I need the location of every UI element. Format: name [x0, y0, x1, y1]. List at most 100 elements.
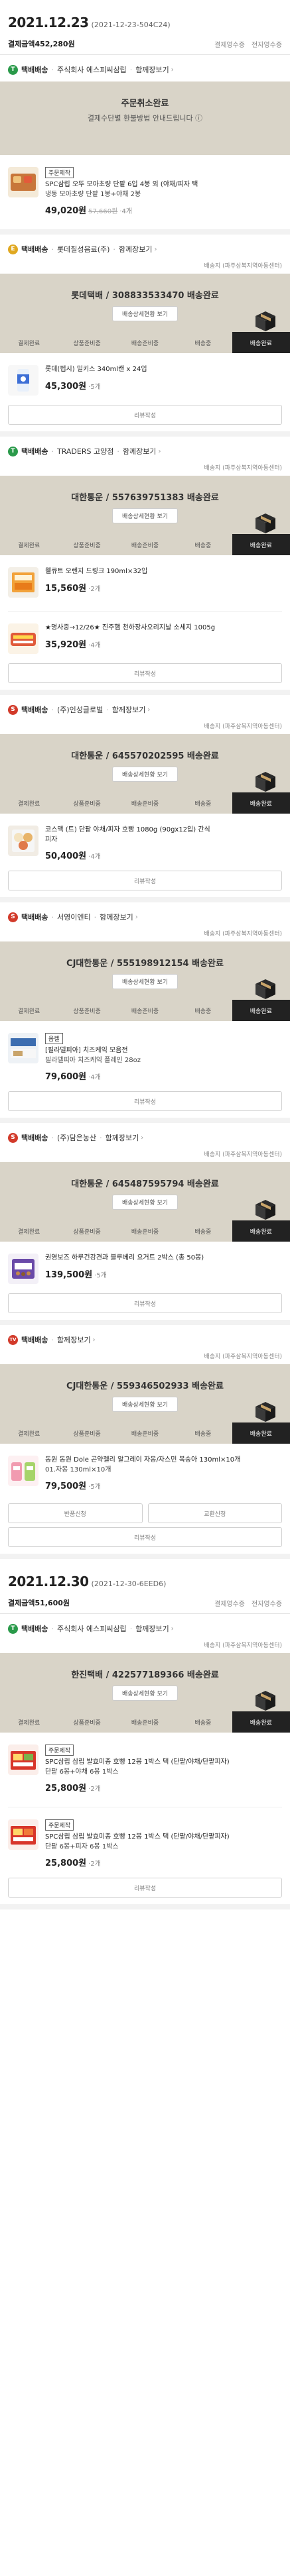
product-item[interactable]: 코스맥 (트) 단팥 야채/피자 호빵 1080g (90gx12입) 간식 피자…	[0, 814, 290, 868]
product-image[interactable]	[8, 1033, 38, 1063]
step-2: 배송준비중	[131, 1228, 159, 1236]
shipment-header: T 택배배송 · 주식회사 에스피씨삼립 · 함께장보기 ›	[0, 55, 290, 81]
review-button[interactable]: 리뷰작성	[8, 1091, 282, 1111]
review-button[interactable]: 리뷰작성	[8, 1527, 282, 1547]
product-image[interactable]	[8, 567, 38, 598]
delivery-steps: 결제완료 상품준비중 배송준비중 배송중 배송완료	[0, 1422, 290, 1444]
product-image[interactable]	[8, 167, 38, 197]
together-link[interactable]: 함께장보기	[119, 244, 153, 254]
shipment-header: E 택배배송 · 롯데칠성음료(주) · 함께장보기 ›	[0, 235, 290, 261]
step-1: 상품준비중	[73, 340, 101, 347]
delivery-status-panel: 대한통운 / 645487595794 배송완료 배송상세현황 보기 결제완료 상품준…	[0, 1162, 290, 1242]
price-row: 25,800원 ·2개	[45, 1856, 282, 1868]
product-item[interactable]: 권영보즈 하루건강견과 블루베리 요거트 2박스 (총 50봉) 139,500원…	[0, 1242, 290, 1291]
step-1: 상품준비중	[73, 1430, 101, 1438]
delivery-track-button[interactable]: 배송상세현황 보기	[111, 1397, 179, 1412]
review-button[interactable]: 리뷰작성	[8, 405, 282, 425]
price-row: 35,920원 ·4개	[45, 637, 282, 650]
delivery-track-button[interactable]: 배송상세현황 보기	[111, 306, 179, 321]
product-item[interactable]: 롯데(펩시) 밀키스 340ml캔 x 24입 45,300원 ·5개	[0, 353, 290, 402]
shipment-header: S 택배배송 · (주)인성글로벌 · 함께장보기 ›	[0, 695, 290, 722]
together-link[interactable]: 함께장보기	[135, 1623, 169, 1634]
vendor-name: 주식회사 에스피씨삼립	[56, 66, 127, 74]
review-button[interactable]: 리뷰작성	[8, 1878, 282, 1898]
product-info: 롯데(펩시) 밀키스 340ml캔 x 24입 45,300원 ·5개	[45, 365, 282, 396]
package-icon	[253, 1198, 278, 1220]
order-date-text: 2021.12.30	[8, 1574, 89, 1589]
shipment-header: T 택배배송 · 주식회사 에스피씨삼립 · 함께장보기 ›	[0, 1614, 290, 1640]
refund-notice[interactable]: 결제수단별 환불방법 안내드립니다 ⓘ	[0, 113, 290, 138]
product-price: 79,500원	[45, 1481, 87, 1491]
product-info: 코스맥 (트) 단팥 야채/피자 호빵 1080g (90gx12입) 간식 피자…	[45, 826, 282, 861]
step-3: 배송중	[194, 1008, 212, 1015]
product-name[interactable]: 권영보즈 하루건강견과 블루베리 요거트 2박스 (총 50봉)	[45, 1254, 282, 1263]
shipment-type: 택배배송	[21, 447, 48, 456]
separator-dot: ·	[51, 244, 54, 254]
delivery-track-button[interactable]: 배송상세현황 보기	[111, 767, 179, 782]
product-name[interactable]: 동원 동원 Dole 곤약젤리 알그레이 자몽/자스민 복숭아 130ml×10…	[45, 1456, 282, 1466]
product-name[interactable]: SPC삼립 오뚜 모아초량 단팥 6입 4봉 외 (야채/피자 택	[45, 180, 282, 190]
receipt-link-0[interactable]: 결제영수증	[214, 42, 245, 49]
delivery-track-button[interactable]: 배송상세현황 보기	[111, 508, 179, 523]
together-link[interactable]: 함께장보기	[123, 446, 157, 456]
step-1: 상품준비중	[73, 1228, 101, 1236]
step-2: 배송준비중	[131, 800, 159, 808]
receipt-link-1[interactable]: 전자영수증	[252, 42, 282, 49]
together-link[interactable]: 함께장보기	[106, 1132, 139, 1143]
order-date-text: 2021.12.23	[8, 15, 89, 30]
product-name[interactable]: SPC삼립 삼립 발효미종 호빵 12봉 1박스 택 (단팥/야채/단팥피자)	[45, 1758, 282, 1768]
product-name[interactable]: 웰큐트 오렌지 드링크 190ml×32입	[45, 567, 282, 577]
delivery-address: 배송지 (파주삼복지역아동센터)	[204, 1642, 282, 1649]
receipt-link-1[interactable]: 전자영수증	[252, 1601, 282, 1608]
product-image[interactable]	[8, 365, 38, 396]
step-2: 배송준비중	[131, 542, 159, 549]
together-link[interactable]: 함께장보기	[57, 1334, 91, 1345]
product-item[interactable]: 주문제작 SPC삼립 삼립 발효미종 호빵 12봉 1박스 택 (단팥/야채/단팥…	[0, 1733, 290, 1800]
section-divider	[0, 1320, 290, 1325]
product-name[interactable]: 코스맥 (트) 단팥 야채/피자 호빵 1080g (90gx12입) 간식	[45, 826, 282, 835]
product-image[interactable]	[8, 1456, 38, 1486]
delivery-track-button[interactable]: 배송상세현황 보기	[111, 1686, 179, 1701]
order-date: 2021.12.23 (2021-12-23-504C24)	[8, 15, 282, 30]
delivery-track-button[interactable]: 배송상세현황 보기	[111, 1195, 179, 1210]
product-item[interactable]: 웰큐트 오렌지 드링크 190ml×32입 15,560원 ·2개	[0, 555, 290, 604]
together-link[interactable]: 함께장보기	[112, 704, 146, 715]
shipment-type: 택배배송	[21, 706, 48, 714]
product-item[interactable]: 옵켈 [필라델피아] 치즈케익 모음전 필라델피아 치즈케익 플레인 28oz 79,…	[0, 1021, 290, 1089]
price-row: 45,300원 ·5개	[45, 379, 282, 392]
review-button[interactable]: 리뷰작성	[8, 871, 282, 890]
product-name[interactable]: [필라델피아] 치즈케익 모음전	[45, 1046, 282, 1056]
product-name[interactable]: SPC삼립 삼립 발효미종 호빵 12봉 1박스 택 (단팥/야채/단팥피자)	[45, 1833, 282, 1843]
order-header: 2021.12.23 (2021-12-23-504C24)	[0, 0, 290, 34]
step-3: 배송중	[194, 800, 212, 808]
exchange-button[interactable]: 교환신청	[147, 1503, 282, 1523]
product-name[interactable]: 롯데(펩시) 밀키스 340ml캔 x 24입	[45, 365, 282, 375]
product-tag: 옵켈	[45, 1033, 63, 1044]
product-qty: 5개	[90, 383, 101, 391]
product-image[interactable]	[8, 1819, 38, 1850]
together-link[interactable]: 함께장보기	[100, 912, 133, 922]
product-image[interactable]	[8, 1254, 38, 1284]
together-link[interactable]: 함께장보기	[135, 64, 169, 75]
product-image[interactable]	[8, 623, 38, 654]
product-item[interactable]: ★명사중→12/26★ 진주햄 천하장사오리지날 소세지 1005g 35,920…	[0, 612, 290, 661]
delivery-track-button[interactable]: 배송상세현황 보기	[111, 974, 179, 989]
product-name[interactable]: ★명사중→12/26★ 진주햄 천하장사오리지날 소세지 1005g	[45, 623, 282, 633]
receipt-link-0[interactable]: 결제영수증	[214, 1601, 245, 1608]
review-button[interactable]: 리뷰작성	[8, 663, 282, 683]
product-item[interactable]: 동원 동원 Dole 곤약젤리 알그레이 자몽/자스민 복숭아 130ml×10…	[0, 1444, 290, 1498]
review-button[interactable]: 리뷰작성	[8, 1293, 282, 1313]
delivery-status-panel: 주문취소완료 결제수단별 환불방법 안내드립니다 ⓘ	[0, 81, 290, 155]
product-option: 필라델피아 치즈케익 플레인 28oz	[45, 1056, 141, 1064]
separator-dot: ·	[129, 1624, 133, 1633]
return-button[interactable]: 반품신청	[8, 1503, 143, 1523]
product-image[interactable]	[8, 1744, 38, 1775]
price-row: 139,500원 ·5개	[45, 1267, 282, 1280]
product-image[interactable]	[8, 826, 38, 856]
step-3: 배송중	[194, 1228, 212, 1236]
receipt-links: 결제영수증 전자영수증	[208, 1598, 282, 1608]
delivery-status-title: 대한통운 / 645570202595 배송완료	[71, 751, 219, 761]
product-item[interactable]: 주문제작 SPC삼립 오뚜 모아초량 단팥 6입 4봉 외 (야채/피자 택 냉동 …	[0, 155, 290, 223]
product-item[interactable]: 주문제작 SPC삼립 삼립 발효미종 호빵 12봉 1박스 택 (단팥/야채/단팥…	[0, 1807, 290, 1875]
step-0: 결제완료	[18, 1228, 40, 1236]
